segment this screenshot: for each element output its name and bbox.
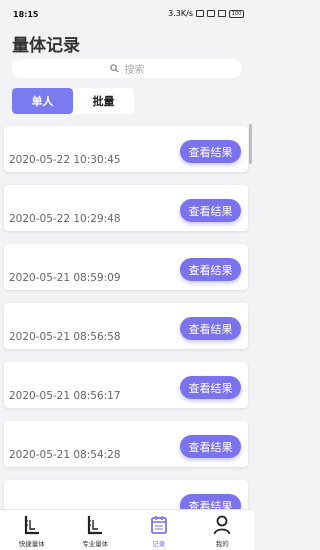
tab-group: 单人 批量 [12, 88, 134, 114]
view-result-button[interactable]: 查看结果 [180, 435, 241, 458]
record-list[interactable]: 2020-05-22 10:30:45 查看结果 2020-05-22 10:2… [0, 124, 254, 509]
view-result-button[interactable]: 查看结果 [180, 317, 241, 340]
tab-single[interactable]: 单人 [12, 88, 73, 114]
wifi-icon [218, 10, 226, 17]
status-icons: 3.3K/s 100 [168, 9, 244, 18]
list-item: 2020-05-22 10:30:45 查看结果 [4, 126, 248, 172]
ruler-square-icon [24, 516, 39, 535]
list-item: 2020-05-21 08:56:17 查看结果 [4, 362, 248, 408]
view-result-button[interactable]: 查看结果 [180, 494, 241, 509]
view-result-button[interactable]: 查看结果 [180, 140, 241, 163]
bottom-nav: 快捷量体 专业量体 记录 我的 [0, 509, 254, 550]
nav-label: 快捷量体 [18, 540, 45, 548]
list-item: 2020-05-22 10:29:48 查看结果 [4, 185, 248, 231]
record-datetime: 2020-05-22 10:30:45 [9, 154, 121, 166]
view-result-button[interactable]: 查看结果 [180, 258, 241, 281]
view-result-button[interactable]: 查看结果 [180, 199, 241, 222]
nav-profile[interactable]: 我的 [191, 510, 255, 550]
nav-quick-measure[interactable]: 快捷量体 [0, 510, 64, 550]
tab-batch[interactable]: 批量 [73, 88, 134, 114]
list-item: 2020-05-21 08:59:09 查看结果 [4, 244, 248, 290]
nav-pro-measure[interactable]: 专业量体 [64, 510, 128, 550]
calendar-icon [150, 516, 167, 534]
search-input[interactable]: 搜索 [12, 59, 242, 78]
record-datetime: 2020-05-21 08:56:58 [9, 331, 121, 343]
record-datetime: 2020-05-21 08:54:28 [9, 449, 121, 461]
status-bar: 18:15 3.3K/s 100 [0, 0, 254, 28]
nav-records[interactable]: 记录 [127, 510, 191, 550]
search-icon [109, 64, 119, 73]
ruler-square-icon [88, 516, 103, 535]
list-item: 2020-05-21 08:56:58 查看结果 [4, 303, 248, 349]
nav-label: 专业量体 [82, 540, 109, 548]
page-title: 量体记录 [12, 36, 80, 56]
battery-icon: 100 [229, 9, 244, 18]
status-time: 18:15 [13, 10, 39, 19]
record-datetime: 2020-05-22 10:29:48 [9, 213, 121, 225]
scrollbar[interactable] [249, 124, 252, 164]
nav-label: 记录 [152, 540, 166, 548]
network-speed: 3.3K/s [168, 9, 193, 18]
nav-label: 我的 [215, 540, 229, 548]
person-icon [213, 515, 231, 535]
view-result-button[interactable]: 查看结果 [180, 376, 241, 399]
list-item: 2020-05-21 08:54:28 查看结果 [4, 421, 248, 467]
list-item: 查看结果 [4, 480, 248, 509]
record-datetime: 2020-05-21 08:59:09 [9, 272, 121, 284]
alarm-icon [196, 10, 204, 17]
signal-icon [207, 10, 215, 17]
search-placeholder: 搜索 [124, 65, 145, 76]
record-datetime: 2020-05-21 08:56:17 [9, 390, 121, 402]
